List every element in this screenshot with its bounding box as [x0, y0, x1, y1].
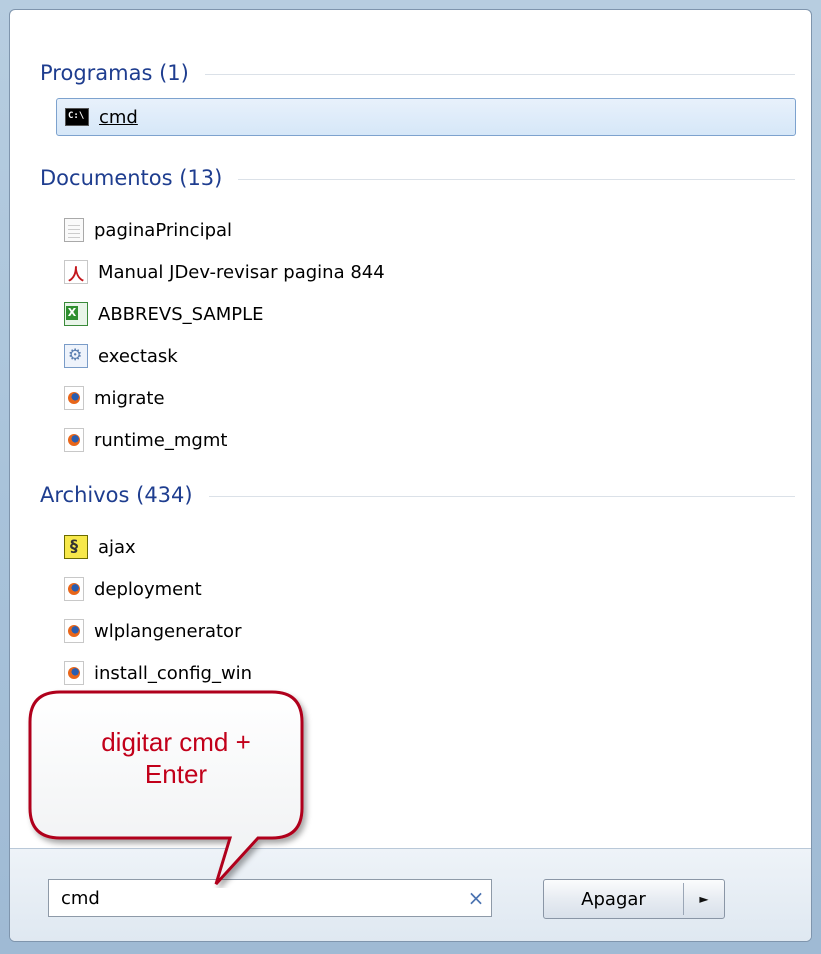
search-input[interactable] [59, 882, 461, 914]
result-item-label: install_config_win [94, 662, 253, 684]
firefox-document-icon [64, 428, 84, 452]
group-divider [204, 73, 795, 75]
firefox-document-icon [64, 577, 84, 601]
pdf-icon [64, 260, 88, 285]
result-item-label: ajax [98, 536, 136, 558]
group-title: Documentos (13) [40, 166, 223, 190]
result-item[interactable]: runtime_mgmt [56, 421, 227, 459]
text-document-icon [64, 218, 84, 242]
group-title: Archivos (434) [40, 483, 193, 507]
result-item-label: ABBREVS_SAMPLE [98, 303, 264, 325]
shutdown-button[interactable]: Apagar [544, 880, 683, 918]
gear-document-icon [64, 344, 88, 368]
result-item-label: runtime_mgmt [94, 429, 228, 451]
start-menu-panel: Programas (1) cmd Documentos (13) pagina… [9, 9, 812, 942]
result-item-label: cmd [99, 106, 138, 128]
result-item-label: deployment [94, 578, 202, 600]
result-item-label: migrate [94, 387, 165, 409]
excel-icon [64, 302, 88, 326]
group-header: Programas (1) [40, 58, 795, 88]
shutdown-control: Apagar ► [543, 879, 725, 919]
firefox-document-icon [64, 619, 84, 643]
group-title: Programas (1) [40, 61, 189, 85]
firefox-document-icon [64, 386, 84, 410]
group-divider [208, 495, 795, 497]
result-item[interactable]: wlplangenerator [56, 612, 241, 650]
result-item[interactable]: paginaPrincipal [56, 211, 232, 249]
group-header: Archivos (434) [40, 480, 795, 510]
group-header: Documentos (13) [40, 163, 795, 193]
cmd-icon [65, 108, 89, 126]
script-icon [64, 535, 88, 559]
result-item-label: Manual JDev-revisar pagina 844 [98, 261, 385, 283]
result-item[interactable]: Manual JDev-revisar pagina 844 [56, 253, 385, 291]
shutdown-options-arrow-icon[interactable]: ► [684, 880, 724, 918]
group-divider [238, 178, 795, 180]
firefox-document-icon [64, 661, 84, 685]
result-item-cmd[interactable]: cmd [56, 98, 796, 136]
result-item-label: wlplangenerator [94, 620, 242, 642]
result-item[interactable]: install_config_win [56, 654, 252, 692]
result-item[interactable]: migrate [56, 379, 165, 417]
result-item[interactable]: exectask [56, 337, 178, 375]
result-item-label: exectask [98, 345, 178, 367]
result-item[interactable]: ajax [56, 528, 136, 566]
see-more-arrow-icon[interactable]: ↗ [38, 818, 50, 834]
clear-search-icon[interactable]: × [461, 883, 491, 913]
start-menu-frame: Programas (1) cmd Documentos (13) pagina… [0, 0, 821, 954]
search-box[interactable]: × [48, 879, 492, 917]
search-results: Programas (1) cmd Documentos (13) pagina… [10, 10, 811, 848]
result-item[interactable]: deployment [56, 570, 202, 608]
result-item[interactable]: ABBREVS_SAMPLE [56, 295, 264, 333]
result-item-label: paginaPrincipal [94, 219, 233, 241]
search-bar-area: × Apagar ► [10, 848, 811, 941]
